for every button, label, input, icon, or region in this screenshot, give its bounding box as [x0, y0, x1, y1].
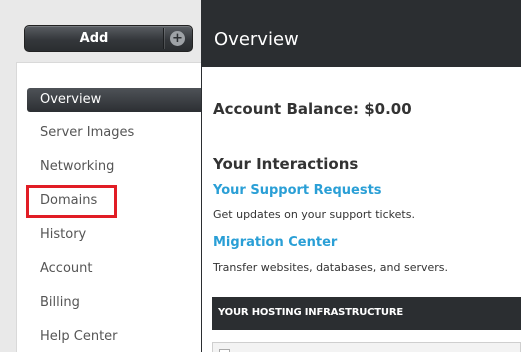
sidebar-item-networking[interactable]: Networking — [27, 155, 201, 179]
add-button-label: Add — [79, 31, 109, 46]
sidebar-item-label: Server Images — [40, 125, 135, 140]
infrastructure-title: YOUR HOSTING INFRASTRUCTURE — [218, 307, 403, 318]
sidebar-item-history[interactable]: History — [27, 223, 201, 247]
add-button[interactable]: Add + — [24, 25, 193, 52]
sidebar-item-label: Networking — [40, 159, 115, 174]
sidebar-item-account[interactable]: Account — [27, 257, 201, 281]
interactions-heading: Your Interactions — [213, 155, 359, 173]
migration-center-link[interactable]: Migration Center — [213, 235, 337, 250]
add-button-divider — [163, 28, 164, 49]
infrastructure-section-header: YOUR HOSTING INFRASTRUCTURE — [212, 297, 521, 330]
sidebar-item-label: Overview — [40, 92, 102, 107]
sidebar-item-overview[interactable]: Overview — [27, 88, 201, 112]
sidebar-item-billing[interactable]: Billing — [27, 291, 201, 315]
sidebar-item-label: Account — [40, 261, 93, 276]
support-requests-desc: Get updates on your support tickets. — [213, 208, 415, 221]
sidebar-item-label: Billing — [40, 295, 80, 310]
infrastructure-list — [212, 342, 521, 352]
migration-center-desc: Transfer websites, databases, and server… — [213, 261, 449, 274]
plus-icon[interactable]: + — [170, 31, 185, 46]
page-header: Overview — [202, 16, 521, 67]
support-requests-link[interactable]: Your Support Requests — [213, 183, 382, 198]
sidebar-item-server-images[interactable]: Server Images — [27, 121, 201, 145]
sidebar-item-label: Domains — [40, 193, 98, 208]
sidebar-item-domains[interactable]: Domains — [27, 189, 201, 213]
sidebar-item-help-center[interactable]: Help Center — [27, 325, 201, 349]
sidebar-item-label: Help Center — [40, 329, 118, 344]
account-balance: Account Balance: $0.00 — [213, 100, 412, 118]
page-title: Overview — [214, 29, 299, 50]
sidebar-item-label: History — [40, 227, 87, 242]
main-content: Account Balance: $0.00 Your Interactions… — [202, 67, 521, 352]
